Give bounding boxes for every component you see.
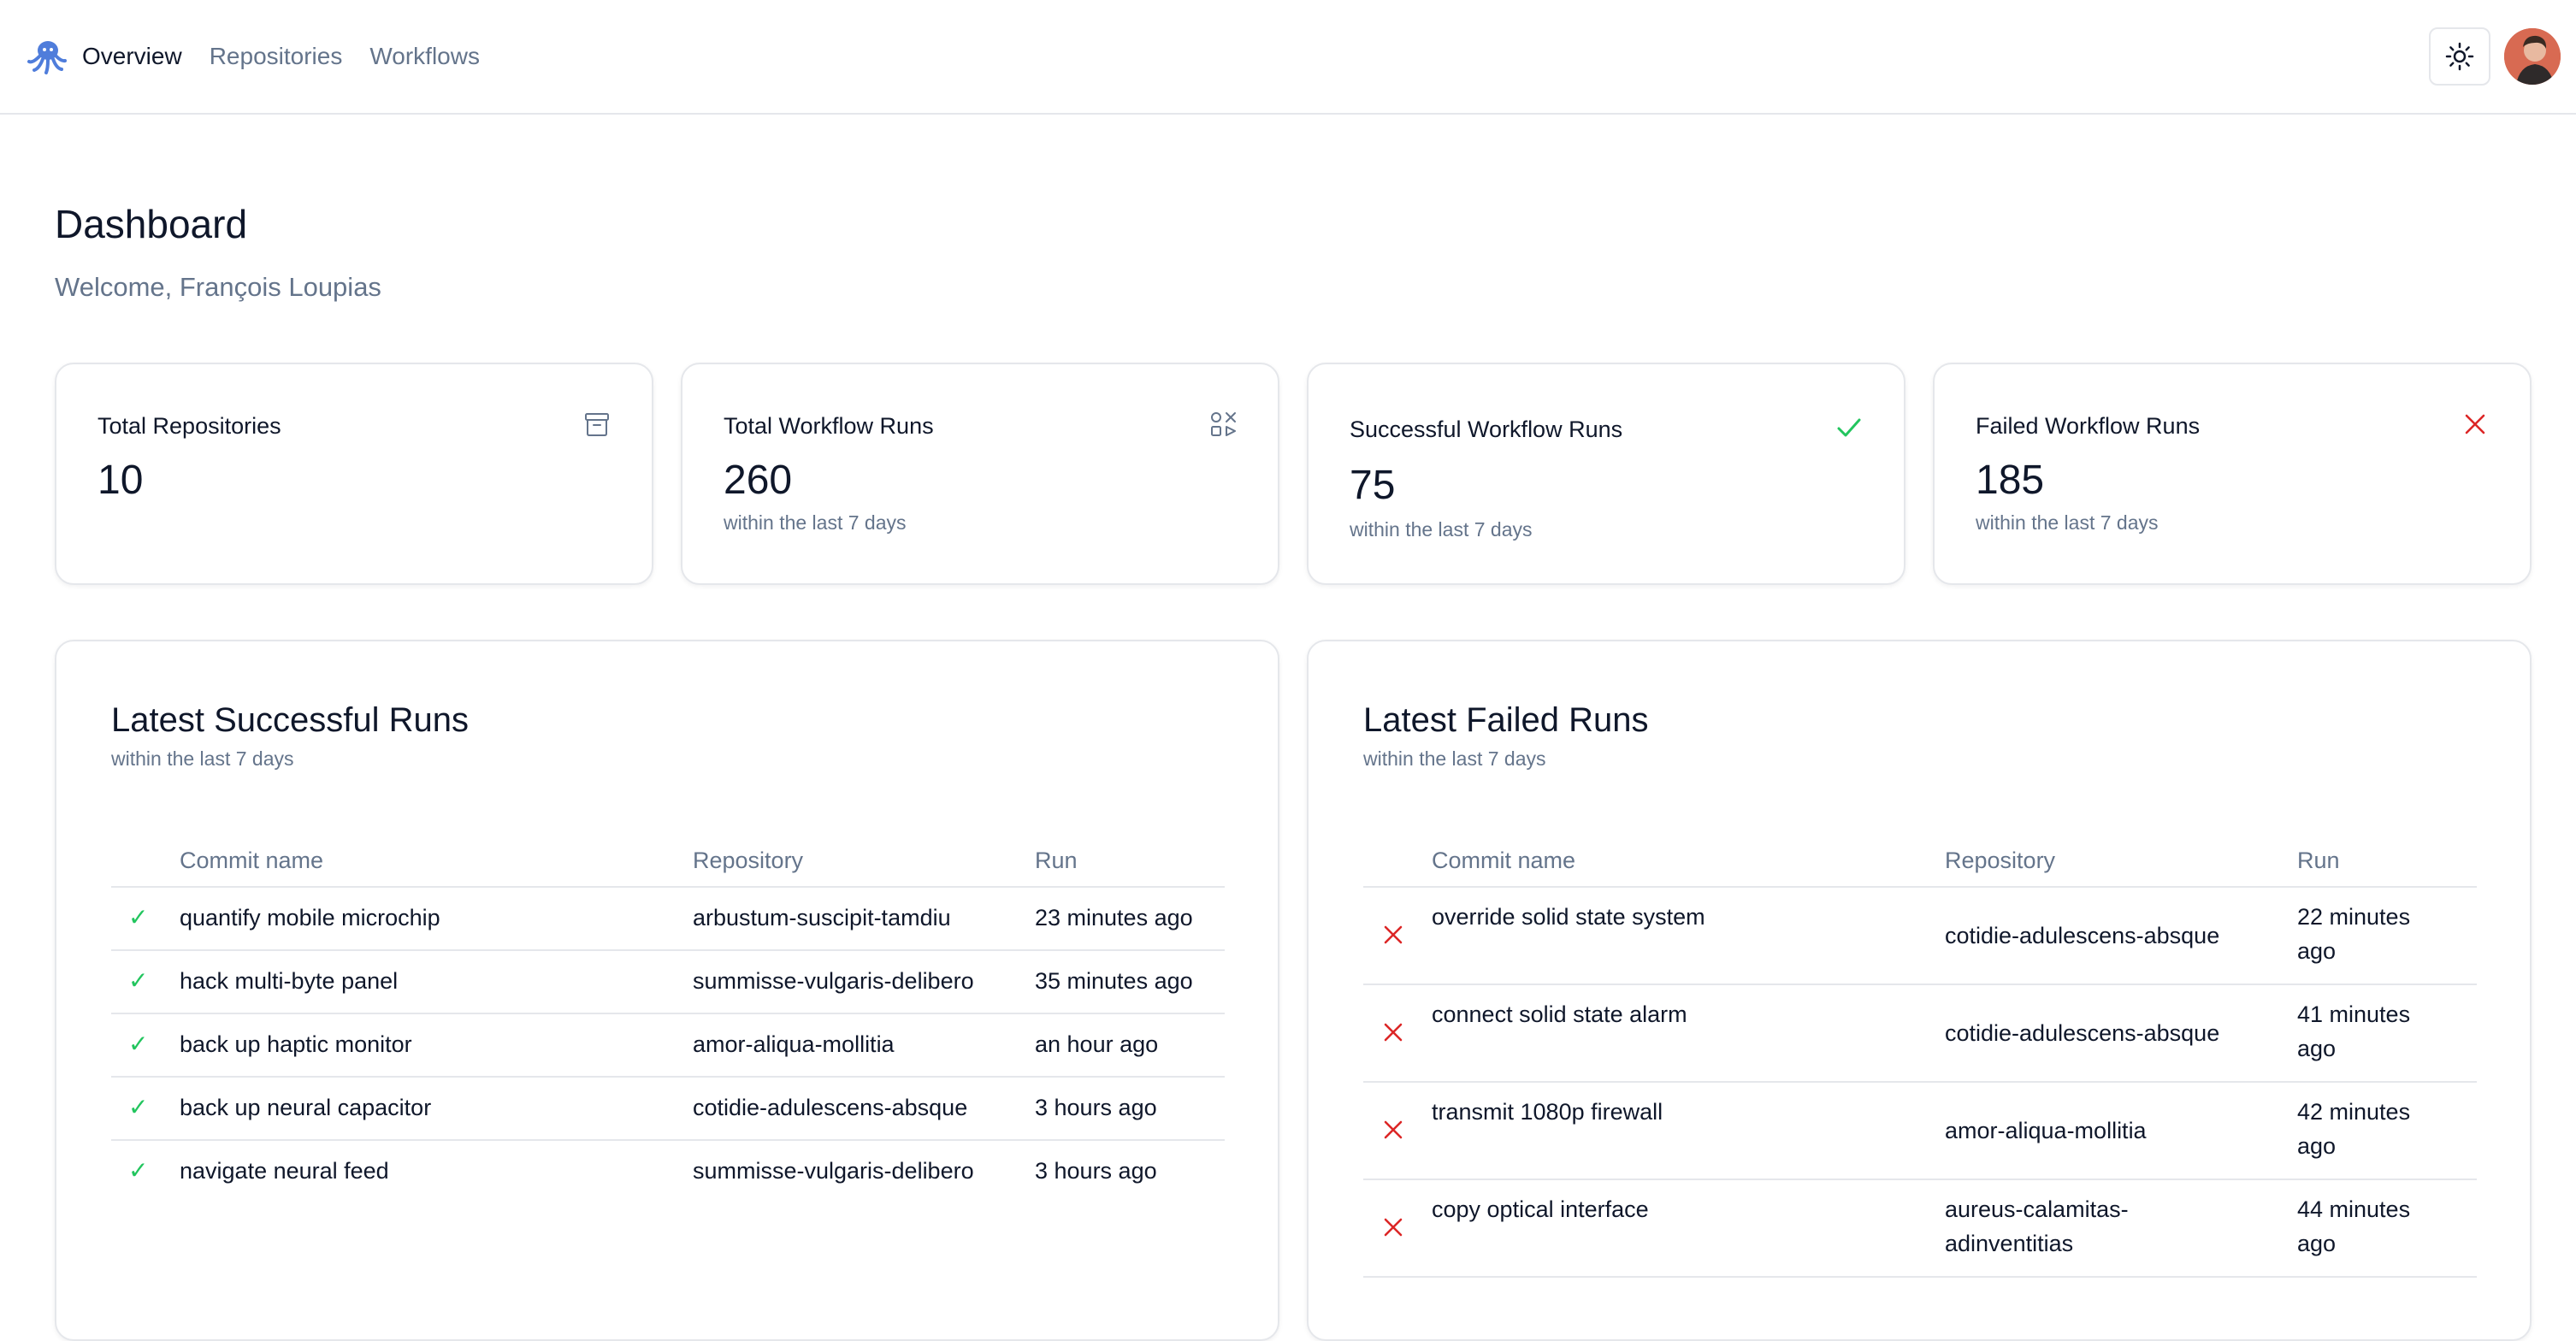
- workflow-icon: [1211, 412, 1236, 436]
- run-time: an hour ago: [1035, 1031, 1159, 1057]
- repository-name[interactable]: arbustum-suscipit-tamdiu: [693, 901, 951, 935]
- commit-name[interactable]: hack multi-byte panel: [180, 964, 398, 998]
- stat-subtitle: within the last 7 days: [1976, 511, 2159, 534]
- table-row[interactable]: ✓ navigate neural feed summisse-vulgaris…: [111, 1141, 1225, 1204]
- table-row[interactable]: ✓ quantify mobile microchip arbustum-sus…: [111, 888, 1225, 951]
- nav-overview[interactable]: Overview: [82, 43, 182, 70]
- check-icon: ✓: [128, 1031, 149, 1057]
- run-time: ago: [2297, 1231, 2337, 1256]
- commit-name[interactable]: transmit 1080p firewall: [1432, 1095, 1663, 1129]
- run-time: ago: [2297, 1036, 2337, 1061]
- stat-value: 75: [1350, 463, 1396, 508]
- run-time: 41 minutes: [2297, 1001, 2411, 1027]
- panel-subtitle: within the last 7 days: [111, 747, 294, 770]
- run-time: ago: [2297, 1133, 2337, 1159]
- run-time: 42 minutes: [2297, 1099, 2411, 1125]
- repository-name[interactable]: cotidie-adulescens-absque: [1945, 1016, 2219, 1050]
- panel-subtitle: within the last 7 days: [1363, 747, 1546, 770]
- table-row[interactable]: transmit 1080p firewall amor-aliqua-moll…: [1363, 1083, 2477, 1180]
- commit-name[interactable]: connect solid state alarm: [1432, 997, 1687, 1031]
- run-time: 23 minutes ago: [1035, 905, 1193, 930]
- welcome-message: Welcome, François Loupias: [55, 272, 381, 302]
- table-header: Commit name Repository Run: [1363, 843, 2477, 888]
- stat-card-total-repositories: Total Repositories 10: [55, 363, 653, 585]
- commit-name[interactable]: back up haptic monitor: [180, 1027, 412, 1061]
- column-header-run: Run: [2297, 848, 2340, 873]
- x-icon: [1384, 1218, 1403, 1237]
- run-time: 3 hours ago: [1035, 1158, 1157, 1184]
- column-header-commit: Commit name: [180, 848, 324, 873]
- table-header: Commit name Repository Run: [111, 843, 1225, 888]
- repository-name[interactable]: aureus-calamitas-: [1945, 1192, 2129, 1226]
- nav-repositories[interactable]: Repositories: [210, 43, 343, 70]
- stat-value: 185: [1976, 458, 2045, 503]
- stat-value: 260: [724, 458, 793, 503]
- check-icon: ✓: [128, 1157, 149, 1184]
- repository-name[interactable]: cotidie-adulescens-absque: [1945, 919, 2219, 953]
- stat-subtitle: within the last 7 days: [724, 511, 907, 534]
- check-icon: [1837, 418, 1861, 437]
- repository-name[interactable]: amor-aliqua-mollitia: [1945, 1114, 2147, 1148]
- commit-name[interactable]: copy optical interface: [1432, 1192, 1649, 1226]
- stat-value: 10: [97, 458, 144, 503]
- latest-failed-runs-panel: Latest Failed Runs within the last 7 day…: [1307, 640, 2532, 1341]
- nav-workflows[interactable]: Workflows: [369, 43, 480, 70]
- commit-name[interactable]: override solid state system: [1432, 900, 1705, 934]
- x-icon: [1384, 1023, 1403, 1042]
- column-header-repository: Repository: [1945, 848, 2056, 873]
- user-avatar-icon: [2504, 28, 2561, 85]
- table-row[interactable]: ✓ back up neural capacitor cotidie-adule…: [111, 1078, 1225, 1141]
- octopus-logo-icon[interactable]: [26, 38, 67, 75]
- column-header-repository: Repository: [693, 848, 804, 873]
- table-row[interactable]: ✓ back up haptic monitor amor-aliqua-mol…: [111, 1014, 1225, 1078]
- stat-label: Total Repositories: [97, 413, 281, 439]
- check-icon: ✓: [128, 967, 149, 994]
- panel-title: Latest Successful Runs: [111, 701, 469, 739]
- stat-card-failed-workflow-runs: Failed Workflow Runs 185 within the last…: [1933, 363, 2532, 585]
- stat-card-successful-workflow-runs: Successful Workflow Runs 75 within the l…: [1307, 363, 1905, 585]
- run-time: 35 minutes ago: [1035, 968, 1193, 994]
- commit-name[interactable]: back up neural capacitor: [180, 1090, 431, 1125]
- repository-name[interactable]: adinventitias: [1945, 1226, 2073, 1261]
- repository-name[interactable]: amor-aliqua-mollitia: [693, 1027, 895, 1061]
- table-row[interactable]: connect solid state alarm cotidie-adules…: [1363, 985, 2477, 1083]
- stat-label: Successful Workflow Runs: [1350, 416, 1623, 442]
- table-row[interactable]: ✓ hack multi-byte panel summisse-vulgari…: [111, 951, 1225, 1014]
- sun-icon: [2445, 42, 2474, 71]
- stat-subtitle: within the last 7 days: [1350, 518, 1533, 541]
- main-nav: Overview Repositories Workflows: [82, 0, 507, 113]
- page-title: Dashboard: [55, 202, 248, 246]
- x-icon: [2465, 414, 2485, 434]
- latest-successful-runs-panel: Latest Successful Runs within the last 7…: [55, 640, 1279, 1341]
- user-avatar[interactable]: [2504, 28, 2561, 85]
- run-time: 44 minutes: [2297, 1196, 2411, 1222]
- column-header-run: Run: [1035, 848, 1078, 873]
- repository-name[interactable]: cotidie-adulescens-absque: [693, 1090, 967, 1125]
- run-time: 22 minutes: [2297, 904, 2411, 930]
- theme-toggle-button[interactable]: [2429, 27, 2490, 86]
- commit-name[interactable]: quantify mobile microchip: [180, 901, 440, 935]
- column-header-commit: Commit name: [1432, 848, 1576, 873]
- stat-label: Total Workflow Runs: [724, 413, 934, 439]
- run-time: ago: [2297, 938, 2337, 964]
- panel-title: Latest Failed Runs: [1363, 701, 1649, 739]
- repository-name[interactable]: summisse-vulgaris-delibero: [693, 1154, 974, 1188]
- repository-name[interactable]: summisse-vulgaris-delibero: [693, 964, 974, 998]
- archive-icon: [585, 413, 609, 436]
- stat-card-total-workflow-runs: Total Workflow Runs 260 within the last …: [681, 363, 1279, 585]
- run-time: 3 hours ago: [1035, 1095, 1157, 1120]
- x-icon: [1384, 925, 1403, 944]
- check-icon: ✓: [128, 1094, 149, 1120]
- table-row[interactable]: override solid state system cotidie-adul…: [1363, 888, 2477, 985]
- table-row[interactable]: copy optical interface aureus-calamitas-…: [1363, 1180, 2477, 1278]
- check-icon: ✓: [128, 904, 149, 930]
- stat-label: Failed Workflow Runs: [1976, 413, 2201, 439]
- commit-name[interactable]: navigate neural feed: [180, 1154, 389, 1188]
- top-navigation-bar: Overview Repositories Workflows: [0, 0, 2576, 115]
- x-icon: [1384, 1120, 1403, 1139]
